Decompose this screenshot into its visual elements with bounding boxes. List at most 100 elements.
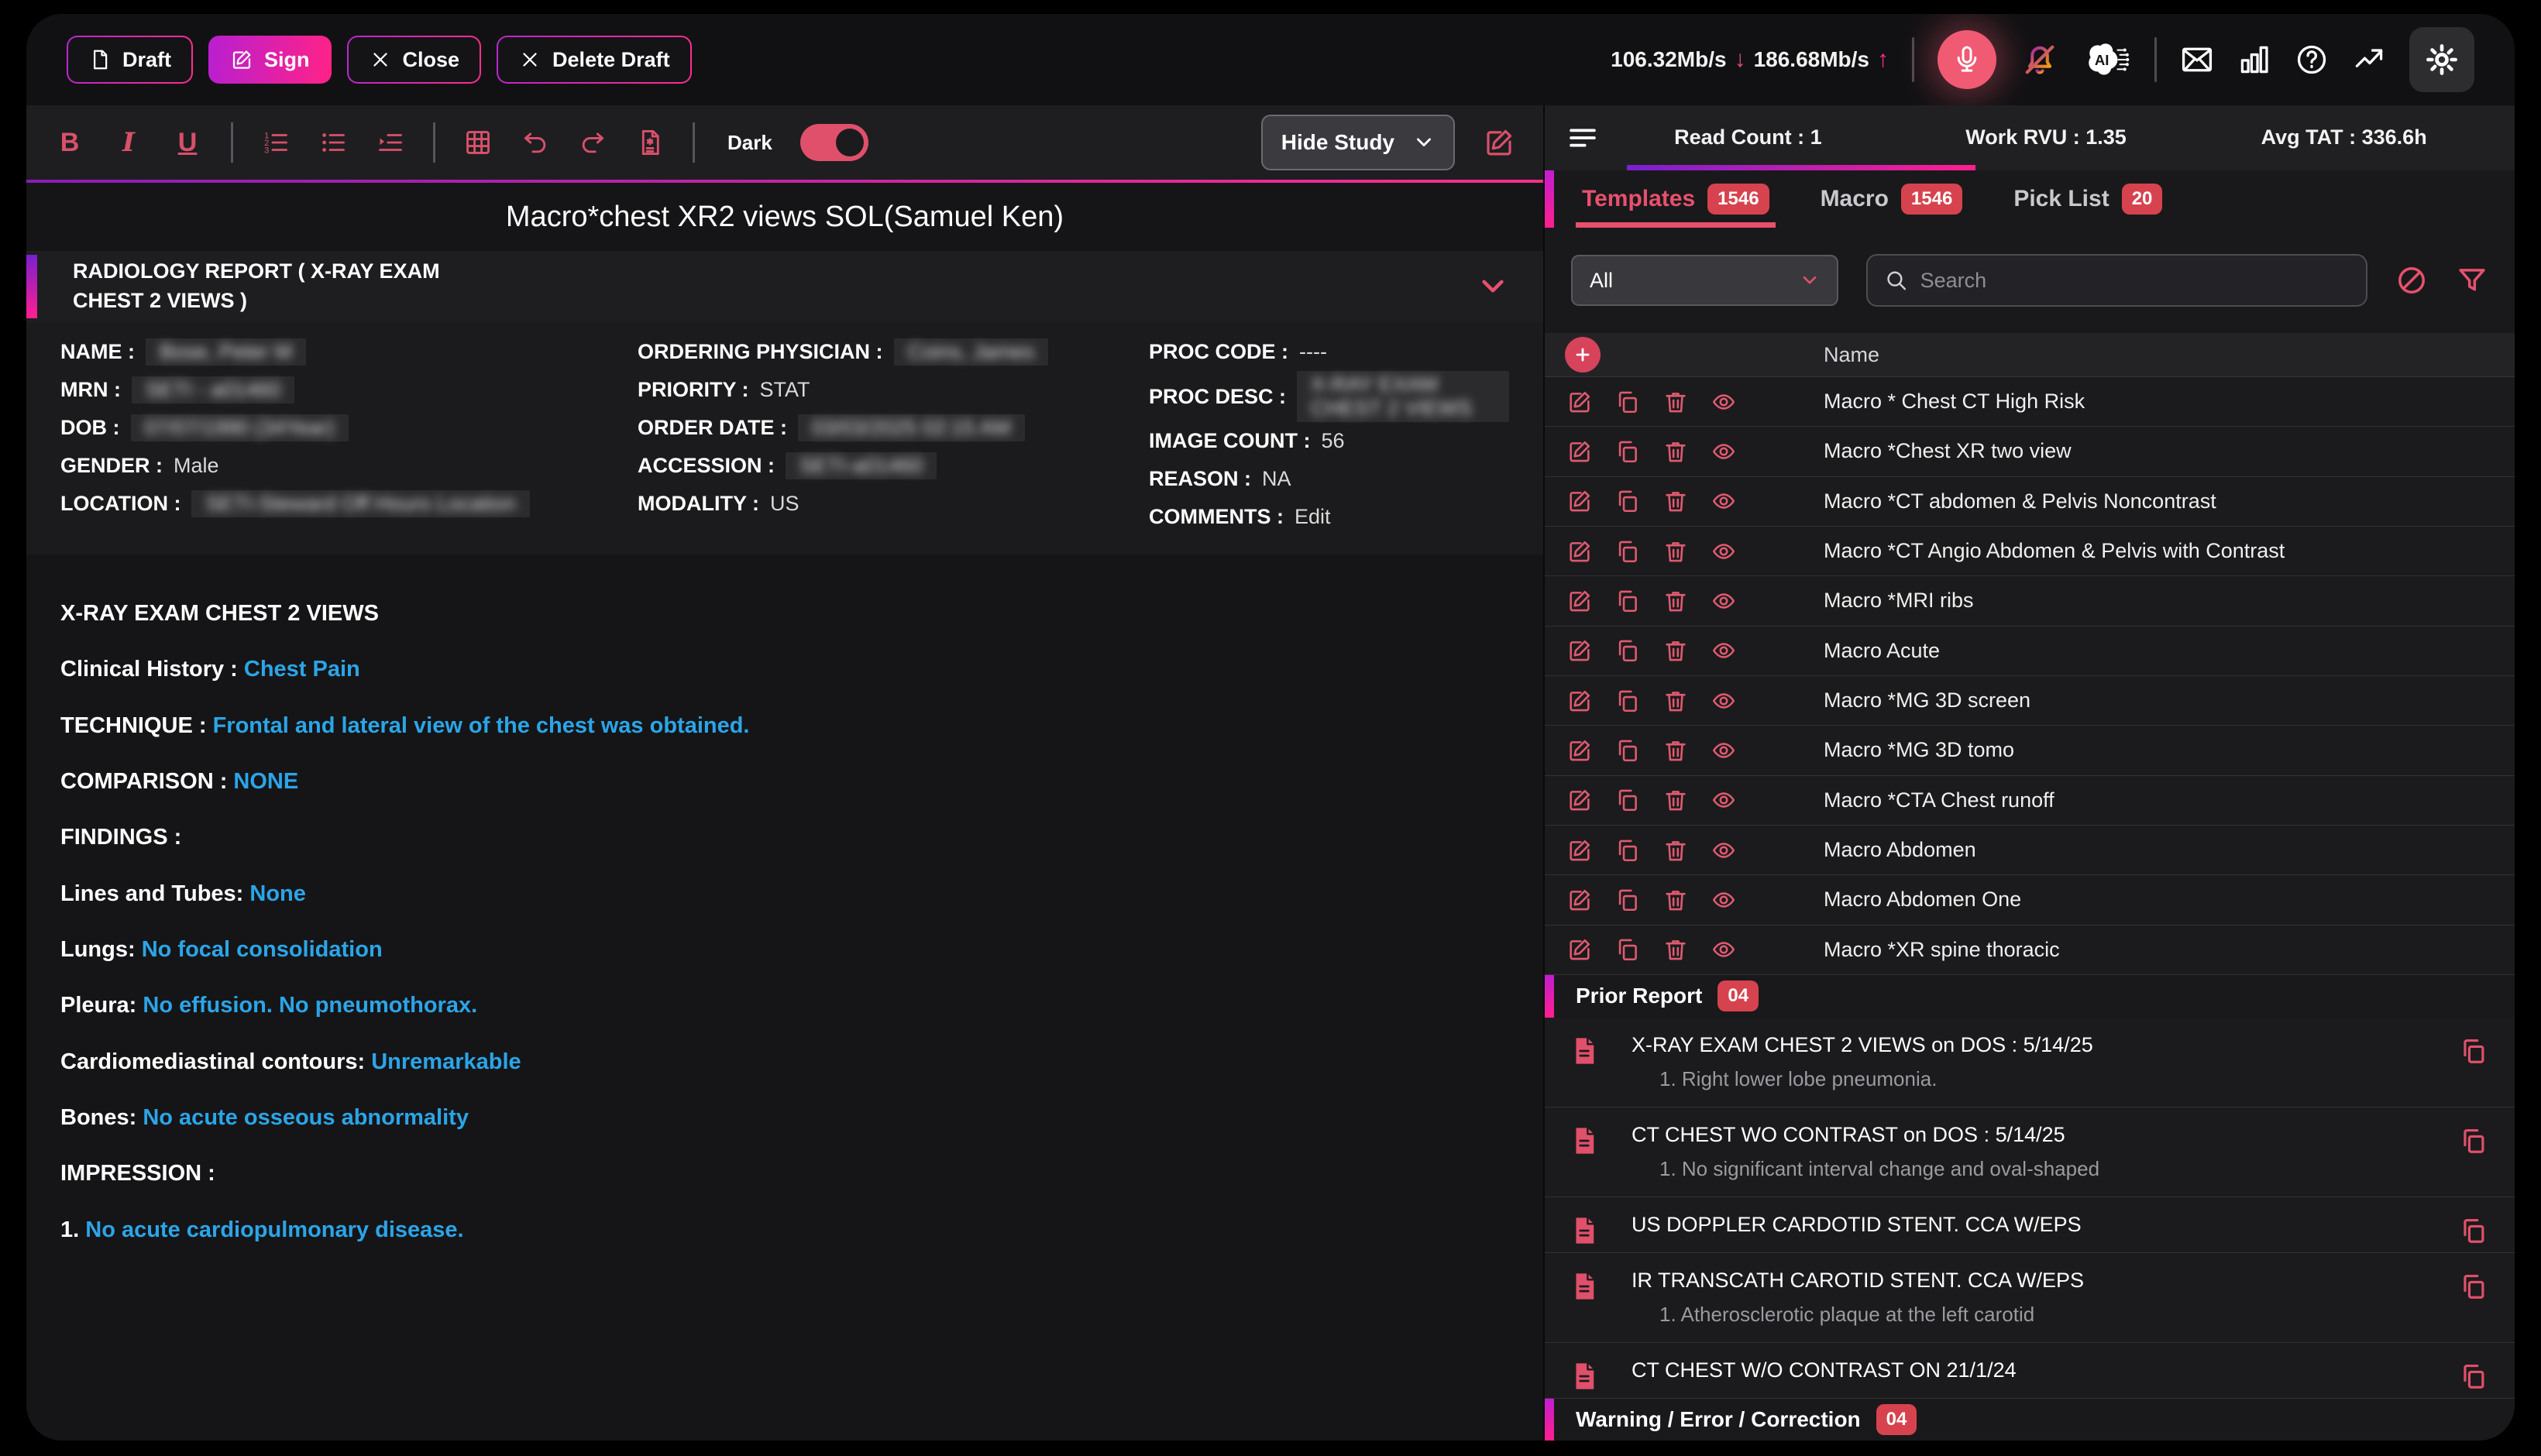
analytics-trend-icon[interactable] [2352, 43, 2386, 77]
draft-button[interactable]: Draft [67, 36, 193, 84]
avg-tat-stat[interactable]: Avg TAT : 336.6h [2195, 125, 2493, 149]
copy-icon[interactable] [1614, 936, 1641, 963]
table-row[interactable]: Macro *XR spine thoracic [1545, 925, 2515, 975]
italic-button[interactable]: I [113, 127, 144, 158]
mail-icon[interactable] [2180, 43, 2214, 77]
trash-icon[interactable] [1662, 787, 1689, 813]
template-name[interactable]: Macro *CTA Chest runoff [1824, 788, 2054, 812]
prior-report-item[interactable]: US DOPPLER CARDOTID STENT. CCA W/EPS [1545, 1197, 2515, 1253]
copy-icon[interactable] [1614, 887, 1641, 913]
sign-button[interactable]: Sign [208, 36, 332, 84]
warning-error-correction-header[interactable]: Warning / Error / Correction 04 [1545, 1399, 2515, 1441]
copy-icon[interactable] [1614, 787, 1641, 813]
template-name[interactable]: Macro Abdomen [1824, 838, 1976, 862]
table-row[interactable]: Macro Abdomen [1545, 826, 2515, 875]
tab-macro[interactable]: Macro 1546 [1821, 170, 1963, 228]
ai-assistant-icon[interactable]: AI [2083, 39, 2131, 80]
clear-filter-icon[interactable] [2395, 264, 2428, 297]
eye-icon[interactable] [1711, 389, 1737, 415]
template-name[interactable]: Macro *MG 3D tomo [1824, 738, 2014, 762]
trash-icon[interactable] [1662, 588, 1689, 614]
ordered-list-button[interactable] [261, 128, 291, 157]
prior-report-header[interactable]: Prior Report 04 [1545, 975, 2515, 1018]
trash-icon[interactable] [1662, 737, 1689, 764]
tab-templates[interactable]: Templates 1546 [1582, 170, 1769, 228]
edit-icon[interactable] [1566, 588, 1593, 614]
trash-icon[interactable] [1662, 688, 1689, 714]
copy-icon[interactable] [1614, 837, 1641, 864]
copy-report-icon[interactable] [2459, 1272, 2488, 1301]
copy-icon[interactable] [1614, 688, 1641, 714]
report-body[interactable]: X-RAY EXAM CHEST 2 VIEWS Clinical Histor… [26, 555, 1543, 1273]
radiology-report-header[interactable]: RADIOLOGY REPORT ( X-RAY EXAM CHEST 2 VI… [26, 251, 1543, 322]
trash-icon[interactable] [1662, 637, 1689, 664]
eye-icon[interactable] [1711, 438, 1737, 465]
trash-icon[interactable] [1662, 887, 1689, 913]
prior-report-item[interactable]: X-RAY EXAM CHEST 2 VIEWS on DOS : 5/14/2… [1545, 1018, 2515, 1107]
table-row[interactable]: Macro *MRI ribs [1545, 576, 2515, 626]
table-row[interactable]: Macro *Chest XR two view [1545, 427, 2515, 476]
microphone-button[interactable] [1938, 30, 1996, 89]
copy-report-icon[interactable] [2459, 1362, 2488, 1391]
edit-icon[interactable] [1566, 737, 1593, 764]
tab-pick-list[interactable]: Pick List 20 [2013, 170, 2162, 228]
search-input[interactable] [1920, 269, 2349, 293]
table-row[interactable]: Macro *MG 3D tomo [1545, 726, 2515, 775]
redo-button[interactable] [578, 128, 607, 157]
prior-report-item[interactable]: CT CHEST W/O CONTRAST ON 21/1/24 [1545, 1343, 2515, 1399]
copy-icon[interactable] [1614, 737, 1641, 764]
copy-report-icon[interactable] [2459, 1036, 2488, 1066]
edit-icon[interactable] [1566, 837, 1593, 864]
eye-icon[interactable] [1711, 538, 1737, 565]
copy-report-icon[interactable] [2459, 1216, 2488, 1245]
edit-icon[interactable] [1566, 637, 1593, 664]
table-row[interactable]: Macro *MG 3D screen [1545, 676, 2515, 726]
bullet-list-button[interactable] [318, 128, 348, 157]
template-name[interactable]: Macro *XR spine thoracic [1824, 938, 2060, 962]
eye-icon[interactable] [1711, 887, 1737, 913]
template-doc-button[interactable] [635, 128, 665, 157]
collapse-chevron-icon[interactable] [1477, 270, 1509, 303]
eye-icon[interactable] [1711, 488, 1737, 514]
add-template-button[interactable] [1565, 337, 1601, 373]
template-name[interactable]: Macro *MG 3D screen [1824, 689, 2030, 713]
work-rvu-stat[interactable]: Work RVU : 1.35 [1897, 125, 2195, 149]
indent-button[interactable] [376, 128, 405, 157]
edit-icon[interactable] [1566, 389, 1593, 415]
eye-icon[interactable] [1711, 588, 1737, 614]
prior-report-item[interactable]: CT CHEST WO CONTRAST on DOS : 5/14/25 1.… [1545, 1107, 2515, 1197]
table-row[interactable]: Macro *CT abdomen & Pelvis Noncontrast [1545, 477, 2515, 527]
edit-icon[interactable] [1566, 688, 1593, 714]
settings-button[interactable] [2409, 27, 2474, 92]
eye-icon[interactable] [1711, 688, 1737, 714]
eye-icon[interactable] [1711, 936, 1737, 963]
eye-icon[interactable] [1711, 837, 1737, 864]
table-row[interactable]: Macro * Chest CT High Risk [1545, 377, 2515, 427]
template-name[interactable]: Macro * Chest CT High Risk [1824, 390, 2085, 414]
close-button[interactable]: Close [347, 36, 482, 84]
trash-icon[interactable] [1662, 538, 1689, 565]
trash-icon[interactable] [1662, 837, 1689, 864]
filter-funnel-icon[interactable] [2456, 264, 2488, 297]
eye-icon[interactable] [1711, 787, 1737, 813]
trash-icon[interactable] [1662, 936, 1689, 963]
read-count-stat[interactable]: Read Count : 1 [1599, 125, 1897, 149]
template-name[interactable]: Macro *MRI ribs [1824, 589, 1974, 613]
table-row[interactable]: Macro *CTA Chest runoff [1545, 776, 2515, 826]
category-dropdown[interactable]: All [1571, 255, 1838, 306]
copy-icon[interactable] [1614, 438, 1641, 465]
copy-icon[interactable] [1614, 538, 1641, 565]
delete-draft-button[interactable]: Delete Draft [497, 36, 692, 84]
edit-report-button[interactable] [1483, 126, 1515, 159]
help-icon[interactable] [2295, 43, 2329, 77]
trash-icon[interactable] [1662, 488, 1689, 514]
table-row[interactable]: Macro Acute [1545, 627, 2515, 676]
copy-icon[interactable] [1614, 389, 1641, 415]
copy-icon[interactable] [1614, 488, 1641, 514]
copy-icon[interactable] [1614, 588, 1641, 614]
stats-chart-icon[interactable] [2237, 43, 2271, 77]
table-row[interactable]: Macro Abdomen One [1545, 875, 2515, 925]
edit-icon[interactable] [1566, 787, 1593, 813]
table-row[interactable]: Macro *CT Angio Abdomen & Pelvis with Co… [1545, 527, 2515, 576]
trash-icon[interactable] [1662, 389, 1689, 415]
